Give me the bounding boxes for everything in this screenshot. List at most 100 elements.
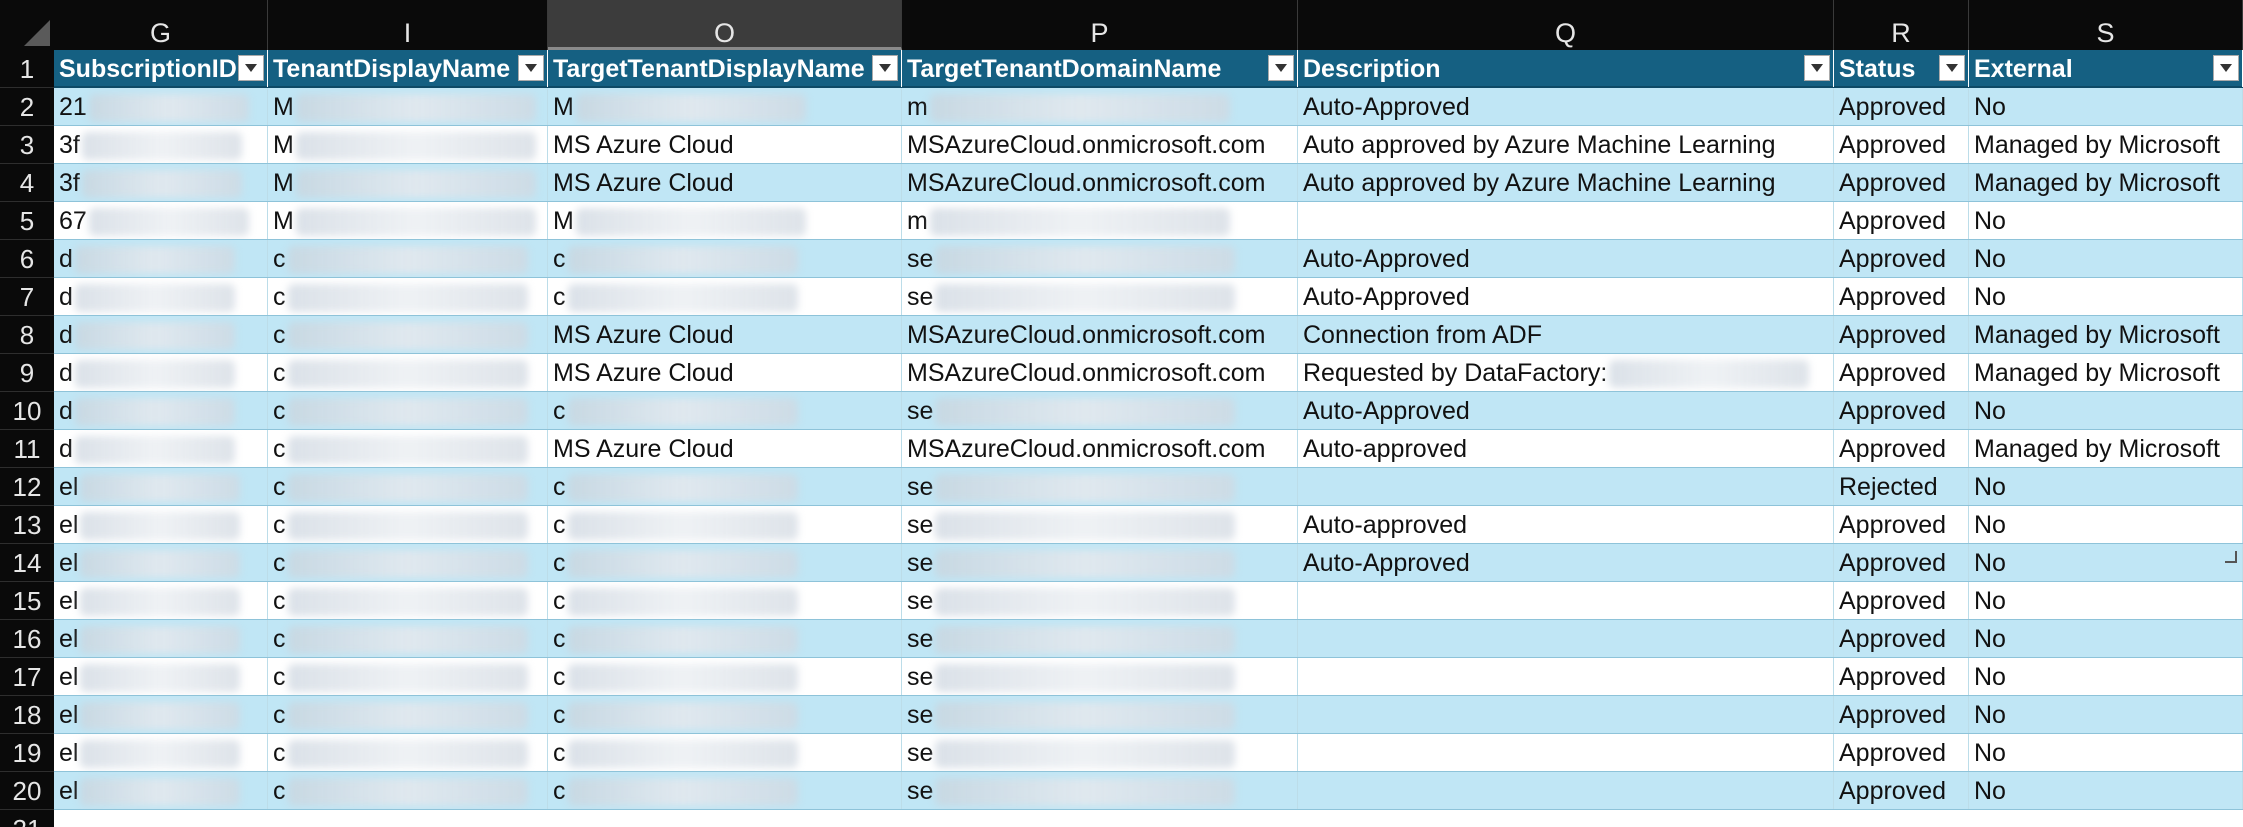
cell-o[interactable]: c — [548, 278, 902, 315]
cell-r[interactable]: Approved — [1834, 772, 1969, 809]
cell-g[interactable]: el — [54, 506, 268, 543]
cell-i[interactable]: c — [268, 316, 548, 353]
row-header-18[interactable]: 18 — [0, 696, 54, 734]
cell-i[interactable]: c — [268, 544, 548, 581]
cell-g[interactable]: el — [54, 582, 268, 619]
cell-o[interactable]: c — [548, 772, 902, 809]
cell-r[interactable]: Approved — [1834, 430, 1969, 467]
cell-q[interactable] — [1298, 620, 1834, 657]
cell-q[interactable]: Auto-approved — [1298, 430, 1834, 467]
cell-p[interactable]: se — [902, 506, 1298, 543]
cell-q[interactable]: Auto-Approved — [1298, 88, 1834, 125]
row-header-16[interactable]: 16 — [0, 620, 54, 658]
cell-s[interactable]: Managed by Microsoft — [1969, 316, 2243, 353]
cell-g[interactable]: el — [54, 468, 268, 505]
cell-i[interactable]: c — [268, 658, 548, 695]
cell-p[interactable]: se — [902, 734, 1298, 771]
filter-dropdown-icon[interactable] — [1268, 55, 1294, 81]
cell-q[interactable] — [1298, 202, 1834, 239]
cell-q[interactable] — [1298, 772, 1834, 809]
cell-q[interactable]: Auto approved by Azure Machine Learning — [1298, 164, 1834, 201]
cell-p[interactable]: se — [902, 658, 1298, 695]
cell-g[interactable]: d — [54, 240, 268, 277]
cell-q[interactable]: Requested by DataFactory: — [1298, 354, 1834, 391]
cell-r[interactable]: Approved — [1834, 696, 1969, 733]
row-header-8[interactable]: 8 — [0, 316, 54, 354]
cell-i[interactable]: c — [268, 734, 548, 771]
cell-s[interactable]: No — [1969, 278, 2243, 315]
cell-s[interactable]: No — [1969, 240, 2243, 277]
row-header-17[interactable]: 17 — [0, 658, 54, 696]
header-cell-p[interactable]: TargetTenantDomainName — [902, 50, 1298, 87]
header-cell-g[interactable]: SubscriptionID — [54, 50, 268, 87]
cell-o[interactable]: MS Azure Cloud — [548, 126, 902, 163]
cell-i[interactable]: c — [268, 430, 548, 467]
header-cell-i[interactable]: TenantDisplayName — [268, 50, 548, 87]
cell-o[interactable]: c — [548, 506, 902, 543]
cell-g[interactable]: d — [54, 392, 268, 429]
column-header-o[interactable]: O — [548, 0, 902, 50]
cell-o[interactable]: MS Azure Cloud — [548, 164, 902, 201]
row-header-3[interactable]: 3 — [0, 126, 54, 164]
filter-dropdown-icon[interactable] — [1804, 55, 1830, 81]
cell-p[interactable]: se — [902, 240, 1298, 277]
cell-r[interactable]: Approved — [1834, 506, 1969, 543]
cell-s[interactable]: No — [1969, 506, 2243, 543]
cell-o[interactable]: c — [548, 734, 902, 771]
cell-p[interactable]: MSAzureCloud.onmicrosoft.com — [902, 354, 1298, 391]
cell-r[interactable]: Approved — [1834, 278, 1969, 315]
cell-g[interactable]: el — [54, 696, 268, 733]
select-all-button[interactable] — [0, 0, 54, 50]
row-header-12[interactable]: 12 — [0, 468, 54, 506]
cell-p[interactable]: MSAzureCloud.onmicrosoft.com — [902, 316, 1298, 353]
cell-o[interactable]: c — [548, 544, 902, 581]
cell-g[interactable]: d — [54, 430, 268, 467]
column-header-r[interactable]: R — [1834, 0, 1969, 50]
cell-s[interactable]: No — [1969, 772, 2243, 809]
column-header-s[interactable]: S — [1969, 0, 2243, 50]
cell-g[interactable]: el — [54, 544, 268, 581]
cell-r[interactable]: Approved — [1834, 164, 1969, 201]
cell-i[interactable]: c — [268, 506, 548, 543]
row-header-19[interactable]: 19 — [0, 734, 54, 772]
cell-q[interactable]: Connection from ADF — [1298, 316, 1834, 353]
filter-dropdown-icon[interactable] — [1939, 55, 1965, 81]
cell-g[interactable]: 3f — [54, 164, 268, 201]
cell-g[interactable]: 67 — [54, 202, 268, 239]
cell-q[interactable] — [1298, 468, 1834, 505]
cell-o[interactable]: c — [548, 392, 902, 429]
cell-p[interactable]: se — [902, 696, 1298, 733]
cell-r[interactable]: Approved — [1834, 202, 1969, 239]
cell-p[interactable]: se — [902, 620, 1298, 657]
column-header-q[interactable]: Q — [1298, 0, 1834, 50]
filter-dropdown-icon[interactable] — [2213, 55, 2239, 81]
cell-i[interactable]: M — [268, 202, 548, 239]
cell-r[interactable]: Approved — [1834, 316, 1969, 353]
cell-r[interactable]: Approved — [1834, 734, 1969, 771]
row-header-10[interactable]: 10 — [0, 392, 54, 430]
column-header-i[interactable]: I — [268, 0, 548, 50]
cell-s[interactable]: Managed by Microsoft — [1969, 164, 2243, 201]
cell-q[interactable] — [1298, 582, 1834, 619]
row-header-1[interactable]: 1 — [0, 50, 54, 88]
cell-q[interactable]: Auto-Approved — [1298, 278, 1834, 315]
cell-s[interactable]: No — [1969, 88, 2243, 125]
cell-r[interactable]: Approved — [1834, 392, 1969, 429]
column-header-p[interactable]: P — [902, 0, 1298, 50]
cell-q[interactable]: Auto-Approved — [1298, 240, 1834, 277]
cell-q[interactable] — [1298, 696, 1834, 733]
header-cell-o[interactable]: TargetTenantDisplayName — [548, 50, 902, 87]
cell-r[interactable]: Rejected — [1834, 468, 1969, 505]
cell-s[interactable]: No — [1969, 544, 2243, 581]
cell-i[interactable]: c — [268, 278, 548, 315]
cell-r[interactable]: Approved — [1834, 582, 1969, 619]
cell-s[interactable]: No — [1969, 392, 2243, 429]
cell-g[interactable]: el — [54, 734, 268, 771]
cell-s[interactable]: Managed by Microsoft — [1969, 430, 2243, 467]
cell-q[interactable]: Auto-approved — [1298, 506, 1834, 543]
cell-o[interactable]: MS Azure Cloud — [548, 316, 902, 353]
header-cell-r[interactable]: Status — [1834, 50, 1969, 87]
filter-dropdown-icon[interactable] — [238, 55, 264, 81]
cell-i[interactable]: M — [268, 164, 548, 201]
cell-s[interactable]: No — [1969, 620, 2243, 657]
